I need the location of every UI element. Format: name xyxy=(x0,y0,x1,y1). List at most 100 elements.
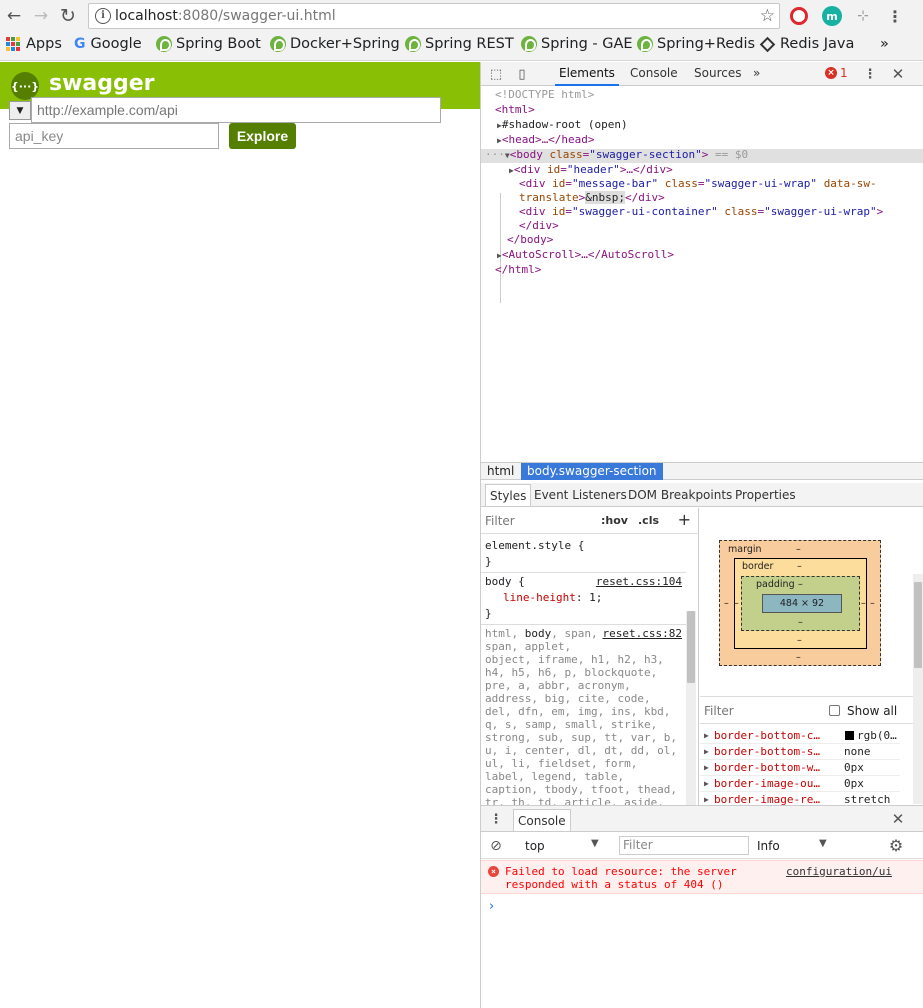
breadcrumb-html[interactable]: html xyxy=(481,463,520,480)
new-rule-button[interactable]: + xyxy=(678,510,691,529)
box-model-margin[interactable]: margin – – – – border – – – – padding – … xyxy=(719,540,881,666)
bookmark-google[interactable]: G Google xyxy=(74,36,142,52)
info-icon[interactable]: i xyxy=(95,8,111,24)
expand-triangle-icon[interactable]: ▶ xyxy=(704,779,709,788)
log-level-dropdown-icon[interactable]: ▼ xyxy=(819,838,827,849)
computed-scrollbar-thumb[interactable] xyxy=(914,582,922,668)
api-url-input[interactable]: http://example.com/api xyxy=(31,97,441,123)
bookmark-spring-redis[interactable]: Spring+Redis xyxy=(637,36,755,52)
expand-triangle-icon[interactable]: ▶ xyxy=(704,747,709,756)
tab-elements[interactable]: Elements xyxy=(555,62,619,86)
padding-top-value[interactable]: – xyxy=(798,579,803,590)
dom-div-message-bar-cont[interactable]: translate>&nbsp;</div> xyxy=(519,191,665,206)
styles-filter-input[interactable]: Filter xyxy=(485,514,515,528)
clear-console-icon[interactable]: ⊘ xyxy=(487,837,505,855)
box-model-border[interactable]: border – – – – padding – – 484 × 92 xyxy=(734,558,867,649)
computed-property-row[interactable]: ▶ border-bottom-w… 0px xyxy=(700,760,900,776)
border-right-value[interactable]: – xyxy=(861,598,866,609)
tab-properties[interactable]: Properties xyxy=(731,484,800,506)
dom-div-close[interactable]: </div> xyxy=(519,219,559,234)
context-selector[interactable]: top xyxy=(525,839,545,853)
address-bar[interactable]: i localhost:8080/swagger-ui.html ☆ xyxy=(88,3,780,29)
reload-icon[interactable]: ↻ xyxy=(56,4,80,28)
inspect-element-icon[interactable]: ⬚ xyxy=(487,65,505,83)
border-left-value[interactable]: – xyxy=(734,598,739,609)
dom-html-close[interactable]: </html> xyxy=(495,263,541,278)
back-arrow-icon[interactable]: ← xyxy=(2,4,26,28)
box-model-content[interactable]: 484 × 92 xyxy=(762,594,842,613)
tab-dom-breakpoints[interactable]: DOM Breakpoints xyxy=(624,484,736,506)
margin-bottom-value[interactable]: – xyxy=(796,652,801,663)
explore-button[interactable]: Explore xyxy=(229,123,296,149)
swagger-logo-icon[interactable]: {···} xyxy=(11,72,39,100)
dom-body[interactable]: ···▼<body class="swagger-section"> == $0 xyxy=(485,148,748,164)
console-filter-input[interactable]: Filter xyxy=(619,836,749,855)
opera-extension-icon[interactable] xyxy=(790,7,808,25)
styles-scrollbar-thumb[interactable] xyxy=(687,611,695,683)
reset-rule-source-link[interactable]: reset.css:82 xyxy=(603,627,682,640)
forward-arrow-icon[interactable]: → xyxy=(29,4,53,28)
api-key-input[interactable]: api_key xyxy=(9,123,219,149)
padding-bottom-value[interactable]: – xyxy=(798,617,803,628)
close-devtools-icon[interactable]: ✕ xyxy=(889,65,907,83)
margin-top-value[interactable]: – xyxy=(796,544,801,555)
api-selector-dropdown[interactable]: ▼ xyxy=(9,101,31,120)
computed-property-row[interactable]: ▶ border-bottom-s… none xyxy=(700,744,900,760)
browser-menu-icon[interactable]: ⋮ xyxy=(885,6,905,26)
cls-toggle[interactable]: .cls xyxy=(638,514,659,527)
show-all-checkbox[interactable] xyxy=(829,705,840,716)
border-bottom-value[interactable]: – xyxy=(797,635,802,646)
dom-autoscroll[interactable]: ▶<AutoScroll>…</AutoScroll> xyxy=(497,248,674,264)
margin-right-value[interactable]: – xyxy=(870,598,875,609)
expand-triangle-icon[interactable]: ▶ xyxy=(704,795,709,804)
expand-triangle-icon[interactable]: ▶ xyxy=(704,763,709,772)
dom-div-message-bar[interactable]: <div id="message-bar" class="swagger-ui-… xyxy=(519,177,877,192)
hov-toggle[interactable]: :hov xyxy=(601,514,628,527)
box-model-padding[interactable]: padding – – 484 × 92 xyxy=(741,576,860,631)
extension-target-icon[interactable]: ⊹ xyxy=(853,6,873,26)
dom-div-container[interactable]: <div id="swagger-ui-container" class="sw… xyxy=(519,205,883,220)
tab-event-listeners[interactable]: Event Listeners xyxy=(530,484,631,506)
console-error-message[interactable]: × Failed to load resource: the server re… xyxy=(481,860,923,894)
tab-styles[interactable]: Styles xyxy=(485,484,532,506)
bookmark-star-icon[interactable]: ☆ xyxy=(760,6,775,26)
dom-body-close[interactable]: </body> xyxy=(507,233,553,248)
context-dropdown-icon[interactable]: ▼ xyxy=(591,838,599,849)
body-selector[interactable]: body { xyxy=(485,575,525,588)
console-prompt[interactable]: › xyxy=(489,899,494,914)
swagger-title[interactable]: swagger xyxy=(49,71,155,96)
error-count[interactable]: 1 xyxy=(836,62,852,86)
extension-m-icon[interactable]: m xyxy=(822,6,842,26)
devtools-menu-icon[interactable]: ⋮ xyxy=(861,65,879,83)
error-source-link[interactable]: configuration/ui xyxy=(786,865,892,878)
reset-selector-first[interactable]: html, body, span, xyxy=(485,627,598,640)
styles-scrollbar[interactable] xyxy=(686,611,696,805)
tab-console[interactable]: Console xyxy=(626,62,682,86)
tab-drawer-console[interactable]: Console xyxy=(513,809,571,831)
element-style-selector[interactable]: element.style { xyxy=(485,539,584,552)
dom-doctype[interactable]: <!DOCTYPE html> xyxy=(495,88,594,103)
tab-sources[interactable]: Sources xyxy=(690,62,745,86)
more-tabs-button[interactable]: » xyxy=(749,62,764,86)
bookmark-docker-spring[interactable]: Docker+Spring xyxy=(270,36,400,52)
dom-head[interactable]: ▶<head>…</head> xyxy=(497,133,595,149)
drawer-menu-icon[interactable]: ⋮ xyxy=(487,810,505,828)
dom-shadow-root[interactable]: ▶#shadow-root (open) xyxy=(497,118,628,134)
log-level-selector[interactable]: Info xyxy=(757,839,780,853)
device-toolbar-icon[interactable]: ▯ xyxy=(513,65,531,83)
bookmark-spring-rest[interactable]: Spring REST xyxy=(405,36,514,52)
computed-property-row[interactable]: ▶ border-bottom-c… rgb(0… xyxy=(700,728,900,744)
computed-property-row[interactable]: ▶ border-image-ou… 0px xyxy=(700,776,900,792)
breadcrumb-body[interactable]: body.swagger-section xyxy=(521,463,663,480)
bookmark-apps[interactable]: Apps xyxy=(6,36,62,52)
close-drawer-icon[interactable]: ✕ xyxy=(889,810,907,828)
computed-scrollbar[interactable] xyxy=(913,574,923,804)
console-settings-gear-icon[interactable]: ⚙ xyxy=(887,836,905,855)
body-rule-source-link[interactable]: reset.css:104 xyxy=(596,575,682,588)
more-bookmarks-button[interactable]: » xyxy=(880,36,889,52)
bookmark-spring-boot[interactable]: Spring Boot xyxy=(156,36,261,52)
expand-triangle-icon[interactable]: ▶ xyxy=(704,731,709,740)
border-top-value[interactable]: – xyxy=(797,561,802,572)
color-swatch[interactable] xyxy=(845,731,854,740)
bookmark-spring-gae[interactable]: Spring - GAE xyxy=(521,36,633,52)
